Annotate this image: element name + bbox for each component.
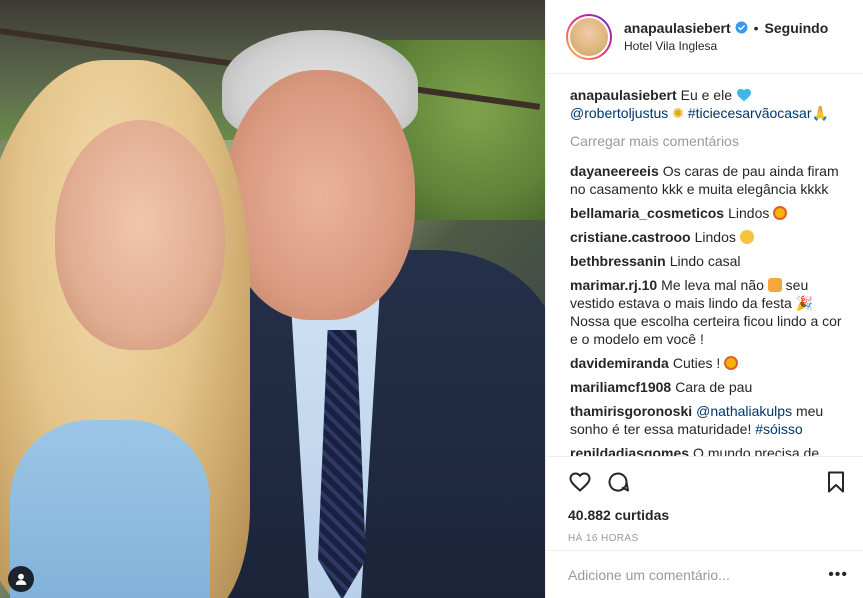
caption-username[interactable]: anapaulasiebert — [570, 87, 677, 103]
like-button[interactable] — [568, 470, 592, 494]
post-side-panel: anapaulasiebert • Seguindo Hotel Vila In… — [545, 0, 863, 598]
comment-username[interactable]: bethbressanin — [570, 253, 666, 269]
author-avatar-ring[interactable] — [566, 13, 612, 60]
avatar[interactable] — [568, 15, 610, 58]
comment-text-continued: Nossa que escolha certeira ficou lindo a… — [570, 313, 842, 347]
comment-text: Lindos — [728, 205, 770, 221]
list-item: marimar.rj.10 Me leva mal não seu vestido… — [570, 276, 847, 348]
comment-hashtag[interactable]: #sóisso — [755, 421, 802, 437]
comment-username[interactable]: renildadiasgomes — [570, 445, 689, 456]
likes-count[interactable]: 40.882 curtidas — [568, 507, 848, 523]
author-username[interactable]: anapaulasiebert — [624, 19, 731, 37]
save-button[interactable] — [824, 470, 848, 494]
comment-username[interactable]: thamirisgoronoski — [570, 403, 692, 419]
heart-eyes-emoji-icon — [773, 206, 788, 220]
hugging-face-emoji-icon — [739, 230, 754, 244]
comment-text: Lindos — [694, 229, 736, 245]
comment-text: O mundo precisa de — [693, 445, 820, 456]
comment-button[interactable] — [606, 470, 630, 494]
woman-face — [55, 120, 225, 350]
load-more-comments-button[interactable]: Carregar mais comentários — [570, 132, 847, 150]
comment-input[interactable] — [568, 566, 828, 583]
comment-mention[interactable]: @nathaliakulps — [696, 403, 792, 419]
list-item: dayaneereeis Os caras de pau ainda firam … — [570, 162, 847, 198]
caption-mention[interactable]: @robertoljustus — [570, 105, 668, 121]
location-link[interactable]: Hotel Vila Inglesa — [624, 37, 828, 55]
separator-dot: • — [753, 19, 759, 36]
comment-username[interactable]: davidemiranda — [570, 355, 669, 371]
comment-text: Cara de pau — [675, 379, 753, 395]
comment-text: Cuties ! — [672, 355, 721, 371]
list-item: bethbressanin Lindo casal — [570, 252, 847, 270]
list-item: thamirisgoronoski @nathaliakulps meu sonh… — [570, 402, 847, 438]
more-options-button[interactable]: ••• — [828, 566, 848, 584]
comment-text: Lindo casal — [669, 253, 741, 269]
comment-username[interactable]: bellamaria_cosmeticos — [570, 205, 724, 221]
list-item: bellamaria_cosmeticos Lindos — [570, 204, 847, 222]
comment-username[interactable]: marimar.rj.10 — [570, 277, 657, 293]
comment-text: Me leva mal não — [661, 277, 764, 293]
caption: anapaulasiebert Eu e ele @robertoljustus … — [570, 86, 847, 122]
list-item: cristiane.castrooo Lindos — [570, 228, 847, 246]
post-header: anapaulasiebert • Seguindo Hotel Vila In… — [546, 0, 863, 74]
comments-list: anapaulasiebert Eu e ele @robertoljustus … — [546, 74, 863, 456]
add-comment-bar: ••• — [546, 550, 863, 598]
caption-text: Eu e ele — [680, 87, 732, 103]
party-popper-emoji-icon: 🎉 — [795, 295, 814, 311]
action-buttons-row — [568, 467, 848, 497]
caption-hashtag[interactable]: #ticiecesarvãocasar — [688, 105, 812, 121]
header-line: anapaulasiebert • Seguindo — [624, 19, 828, 37]
bookmark-icon — [828, 471, 844, 493]
verified-badge-icon — [735, 21, 748, 34]
list-item: mariliamcf1908 Cara de pau — [570, 378, 847, 396]
thumbs-down-emoji-icon — [767, 278, 782, 292]
blue-heart-emoji-icon — [736, 88, 751, 102]
comment-username[interactable]: mariliamcf1908 — [570, 379, 671, 395]
post-photo[interactable] — [0, 0, 545, 598]
user-tag-icon — [15, 573, 27, 585]
comment-username[interactable]: cristiane.castrooo — [570, 229, 691, 245]
follow-status-button[interactable]: Seguindo — [765, 19, 829, 37]
list-item: davidemiranda Cuties ! — [570, 354, 847, 372]
man-face — [225, 70, 415, 320]
user-tag-button[interactable] — [8, 566, 34, 592]
header-text: anapaulasiebert • Seguindo Hotel Vila In… — [624, 19, 828, 55]
comment-username[interactable]: dayaneereeis — [570, 163, 659, 179]
list-item: renildadiasgomes O mundo precisa de — [570, 444, 847, 456]
post-timestamp[interactable]: Há 16 horas — [568, 533, 848, 544]
praying-hands-emoji-icon: 🙏 — [811, 105, 829, 121]
sparkle-emoji-icon: ✺ — [672, 105, 684, 121]
heart-icon — [569, 472, 591, 492]
post-actions: 40.882 curtidas Há 16 horas — [546, 456, 863, 544]
heart-eyes-emoji-icon — [724, 356, 739, 370]
woman-dress — [10, 420, 210, 598]
comment-bubble-icon — [608, 472, 629, 492]
